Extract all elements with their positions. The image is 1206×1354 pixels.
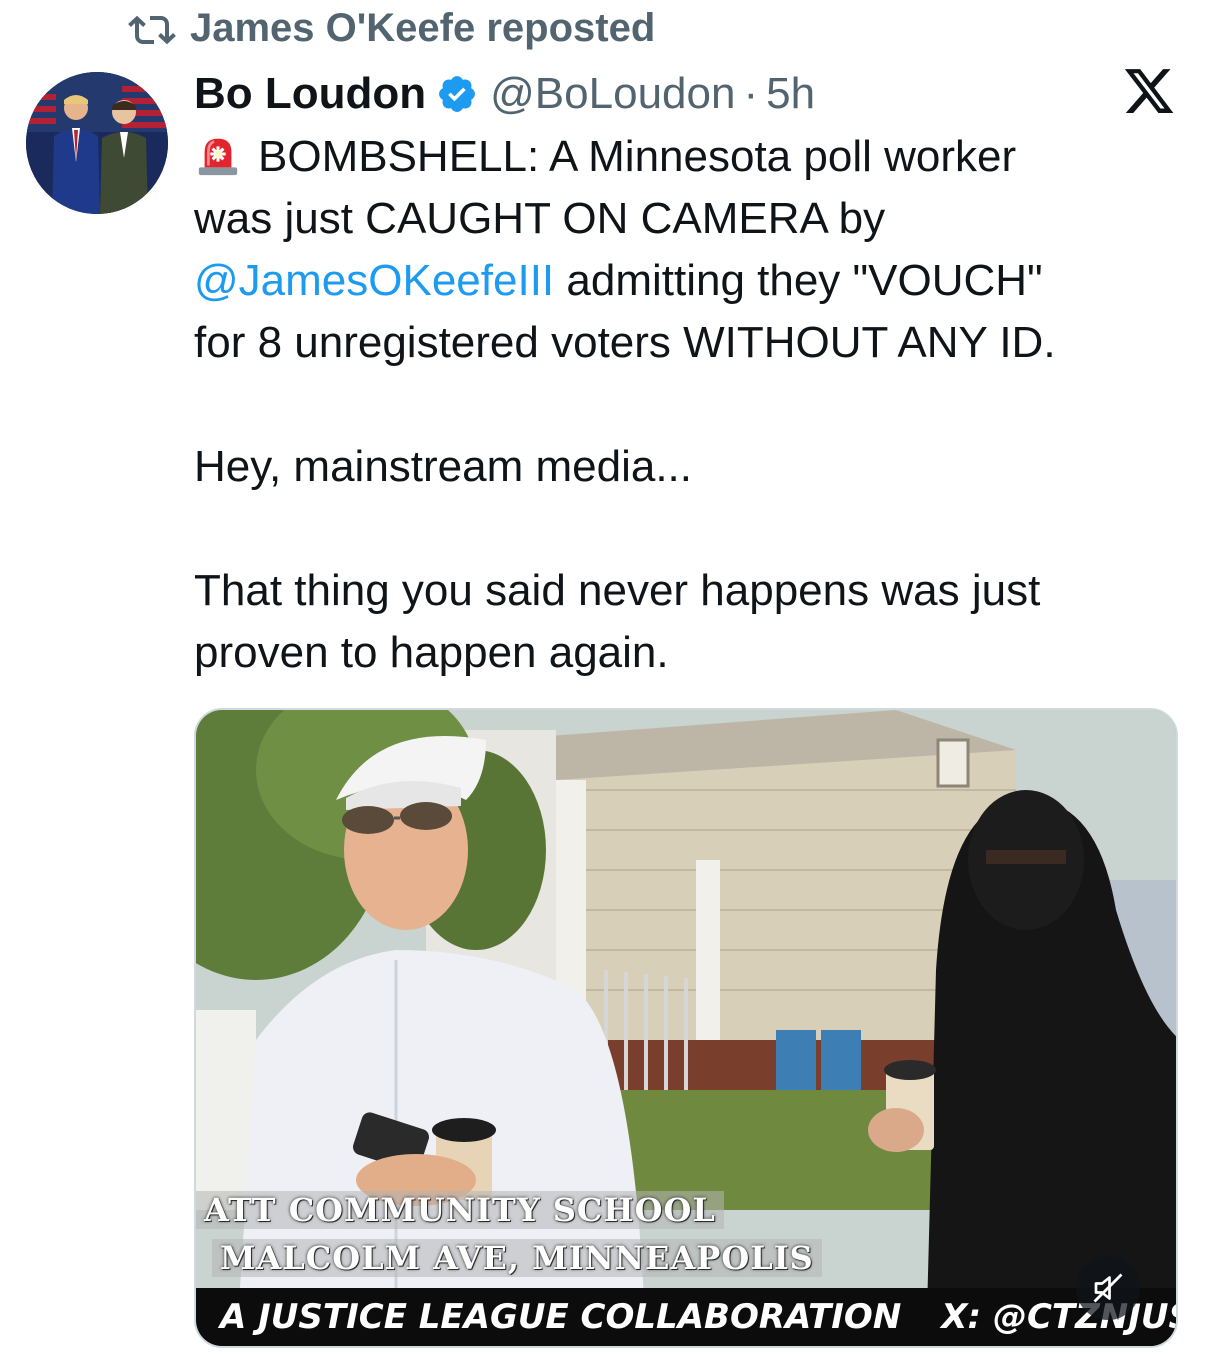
tweet-header: Bo Loudon @BoLoudon · 5h: [194, 66, 815, 122]
post-timestamp[interactable]: 5h: [766, 69, 815, 119]
x-logo-icon: [1124, 69, 1174, 113]
tweet-line-4: for 8 unregistered voters WITHOUT ANY ID…: [194, 318, 1056, 367]
tweet-paragraph-3-line-2: proven to happen again.: [194, 628, 669, 677]
repost-icon: [128, 15, 176, 45]
separator-dot: ·: [743, 69, 759, 118]
muted-speaker-icon: [1093, 1273, 1123, 1303]
siren-emoji-icon: [198, 138, 238, 176]
repost-indicator[interactable]: James O'Keefe reposted: [128, 2, 655, 54]
author-name[interactable]: Bo Loudon: [194, 69, 426, 119]
tweet-line-3: @JamesOKeefeIII admitting they "VOUCH": [194, 250, 1184, 312]
tweet-line-3-text: admitting they "VOUCH": [554, 256, 1043, 305]
avatar-image: [26, 72, 168, 214]
repost-label: James O'Keefe reposted: [190, 5, 656, 50]
tweet-paragraph-2: Hey, mainstream media...: [194, 442, 693, 491]
mention-link[interactable]: @JamesOKeefeIII: [194, 256, 554, 305]
video-location-overlay: ATT COMMUNITY SCHOOL MALCOLM AVE, MINNEA…: [196, 1188, 822, 1284]
video-player[interactable]: ATT COMMUNITY SCHOOL MALCOLM AVE, MINNEA…: [194, 708, 1178, 1348]
tweet-line-1: BOMBSHELL: A Minnesota poll worker: [194, 126, 1184, 188]
author-handle[interactable]: @BoLoudon: [490, 69, 735, 119]
verified-badge-icon[interactable]: [436, 73, 478, 115]
video-banner: A JUSTICE LEAGUE COLLABORATION X: @CTZNJU…: [196, 1288, 1176, 1346]
banner-right-text: X: @CTZNJUSTICE: [941, 1297, 1176, 1337]
tweet-line-1-text: BOMBSHELL: A Minnesota poll worker: [258, 132, 1017, 181]
overlay-line-1: ATT COMMUNITY SCHOOL: [196, 1188, 822, 1232]
tweet-body: BOMBSHELL: A Minnesota poll worker was j…: [194, 126, 1184, 684]
overlay-line-2: MALCOLM AVE, MINNEAPOLIS: [196, 1236, 822, 1280]
author-avatar[interactable]: [26, 72, 168, 214]
tweet-paragraph-3-line-1: That thing you said never happens was ju…: [194, 566, 1041, 615]
tweet-line-2: was just CAUGHT ON CAMERA by: [194, 194, 886, 243]
mute-button[interactable]: [1076, 1256, 1140, 1320]
banner-left-text: A JUSTICE LEAGUE COLLABORATION: [220, 1297, 902, 1337]
